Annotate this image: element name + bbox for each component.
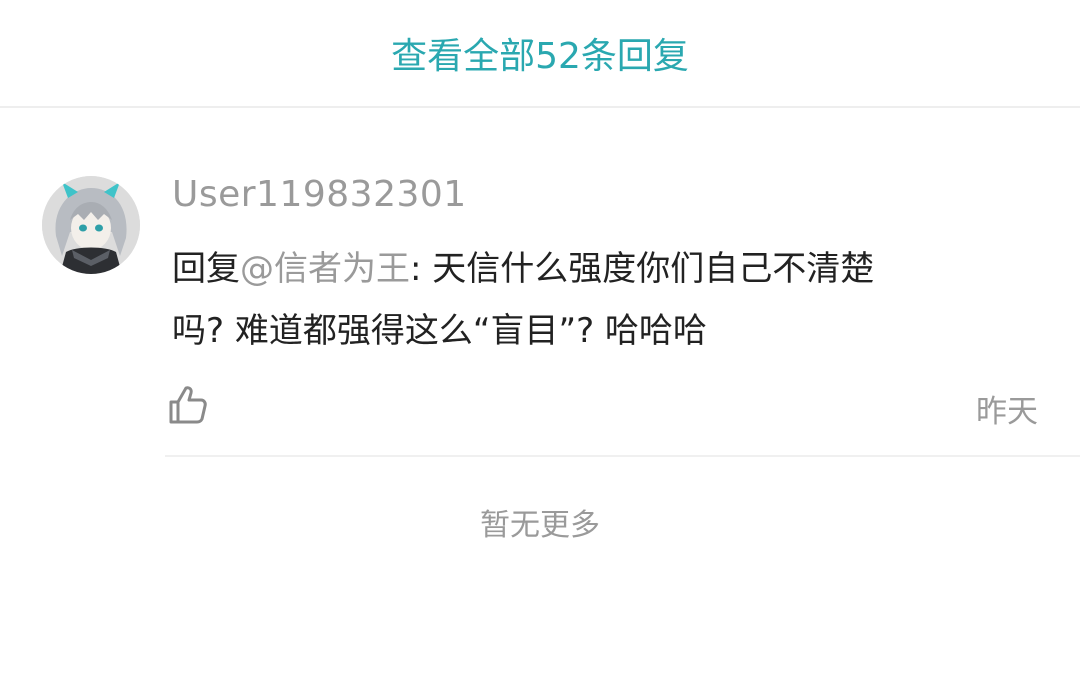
avatar-image xyxy=(42,176,140,274)
no-more-label: 暂无更多 xyxy=(480,508,600,543)
timestamp: 昨天 xyxy=(976,394,1038,430)
reply-prefix: 回复 xyxy=(172,249,240,289)
thumbs-up-icon xyxy=(169,386,207,424)
like-button[interactable] xyxy=(165,382,211,428)
reply-comment: User119832301 回复@信者为王: 天信什么强度你们自己不清楚 吗? … xyxy=(0,110,1080,458)
comment-text-line2: 吗? 难道都强得这么“盲目”? 哈哈哈 xyxy=(172,311,707,351)
avatar[interactable] xyxy=(42,176,140,274)
view-all-replies-link[interactable]: 查看全部52条回复 xyxy=(391,27,689,79)
reply-header: 查看全部52条回复 xyxy=(0,0,1080,108)
username[interactable]: User119832301 xyxy=(172,174,467,215)
comment-body: 回复@信者为王: 天信什么强度你们自己不清楚 吗? 难道都强得这么“盲目”? 哈… xyxy=(172,238,1002,362)
divider xyxy=(165,455,1080,457)
comment-text-line1: : 天信什么强度你们自己不清楚 xyxy=(410,249,875,289)
mention-link[interactable]: @信者为王 xyxy=(240,249,410,289)
